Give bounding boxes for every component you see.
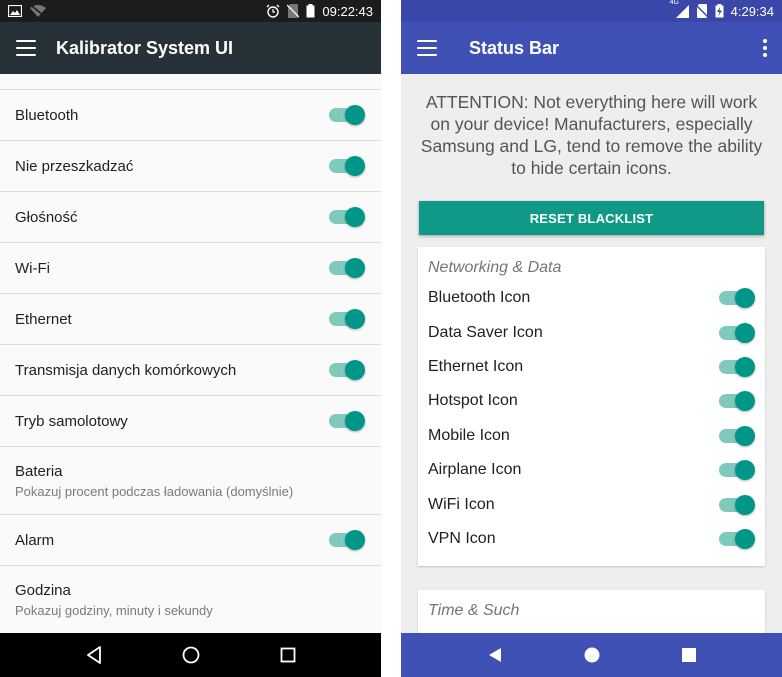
setting-label: Transmisja danych komórkowych [15, 361, 237, 379]
icon-toggle-row-ethernet[interactable]: Ethernet Icon [428, 350, 755, 384]
setting-label: Godzina [15, 581, 71, 599]
airplane-mode-toggle-switch[interactable] [329, 411, 365, 431]
settings-list: Bluetooth Nie przeszkadzać Głośność Wi-F… [0, 74, 381, 633]
navigation-bar [401, 633, 782, 677]
row-label: VPN Icon [428, 529, 496, 547]
recents-icon[interactable] [675, 641, 703, 669]
back-icon[interactable] [80, 641, 108, 669]
app-title: Kalibrator System UI [56, 37, 234, 58]
setting-row-time[interactable]: Godzina Pokazuj godziny, minuty i sekund… [0, 566, 381, 633]
home-icon[interactable] [578, 641, 606, 669]
do-not-disturb-toggle-switch[interactable] [329, 156, 365, 176]
icon-toggle-row-airplane[interactable]: Airplane Icon [428, 453, 755, 487]
row-label: Hotspot Icon [428, 392, 518, 410]
setting-label: Tryb samolotowy [15, 412, 128, 430]
clock-time: 09:22:43 [322, 3, 373, 19]
menu-hamburger-icon[interactable] [417, 40, 437, 56]
home-icon[interactable] [177, 641, 205, 669]
wifi-icon-toggle-switch[interactable] [719, 494, 755, 515]
setting-row-mobile-data[interactable]: Transmisja danych komórkowych [0, 345, 381, 396]
battery-charging-icon [715, 4, 724, 18]
recents-icon[interactable] [274, 641, 302, 669]
setting-row-airplane-mode[interactable]: Tryb samolotowy [0, 396, 381, 447]
setting-row-do-not-disturb[interactable]: Nie przeszkadzać [0, 141, 381, 192]
menu-hamburger-icon[interactable] [16, 40, 36, 56]
setting-row-battery[interactable]: Bateria Pokazuj procent podczas ładowani… [0, 447, 381, 515]
overflow-menu-icon[interactable] [762, 39, 768, 57]
hotspot-icon-toggle-switch[interactable] [719, 391, 755, 412]
ethernet-toggle-switch[interactable] [329, 309, 365, 329]
setting-label: Nie przeszkadzać [15, 157, 134, 175]
setting-subtitle: Pokazuj procent podczas ładowania (domyś… [15, 483, 294, 499]
row-label: Data Saver Icon [428, 323, 543, 341]
battery-icon [306, 4, 315, 18]
section-title: Time & Such [428, 602, 520, 620]
airplane-icon-toggle-switch[interactable] [719, 460, 755, 481]
wifi-off-icon [30, 5, 46, 17]
setting-label: Ethernet [15, 310, 72, 328]
setting-row-wifi[interactable]: Wi-Fi [0, 243, 381, 294]
setting-row-alarm[interactable]: Alarm [0, 515, 381, 566]
bluetooth-toggle-switch[interactable] [329, 105, 365, 125]
icon-toggle-row-wifi[interactable]: WiFi Icon [428, 487, 755, 521]
status-bar: 09:22:43 [0, 0, 381, 22]
alarm-clock-icon [266, 4, 280, 18]
wifi-toggle-switch[interactable] [329, 258, 365, 278]
row-label: Mobile Icon [428, 426, 510, 444]
ethernet-icon-toggle-switch[interactable] [719, 356, 755, 377]
icon-toggle-row-bluetooth[interactable]: Bluetooth Icon [428, 281, 755, 315]
navigation-bar [0, 633, 381, 677]
bluetooth-icon-toggle-switch[interactable] [719, 288, 755, 309]
data-saver-icon-toggle-switch[interactable] [719, 322, 755, 343]
volume-toggle-switch[interactable] [329, 207, 365, 227]
setting-row-ethernet[interactable]: Ethernet [0, 294, 381, 345]
app-bar: Status Bar [401, 22, 782, 74]
mobile-icon-toggle-switch[interactable] [719, 425, 755, 446]
row-label: Ethernet Icon [428, 357, 524, 375]
status-bar: 4G 4:29:34 [401, 0, 782, 22]
network-type-label: 4G [669, 0, 679, 6]
image-notification-icon [8, 5, 22, 17]
app-title: Status Bar [469, 37, 560, 58]
attention-notice: ATTENTION: Not everything here will work… [420, 92, 763, 178]
row-label: Airplane Icon [428, 461, 522, 479]
app-bar: Kalibrator System UI [0, 22, 381, 74]
vpn-icon-toggle-switch[interactable] [719, 528, 755, 549]
row-label: Bluetooth Icon [428, 289, 531, 307]
back-icon[interactable] [481, 641, 509, 669]
main-content: ATTENTION: Not everything here will work… [401, 74, 782, 633]
setting-row-bluetooth[interactable]: Bluetooth [0, 90, 381, 141]
list-item-partial [0, 74, 381, 90]
no-sim-icon [695, 4, 708, 18]
setting-label: Bluetooth [15, 106, 79, 124]
reset-blacklist-button[interactable]: RESET BLACKLIST [419, 201, 764, 235]
row-label: WiFi Icon [428, 495, 495, 513]
right-phone-screen: 4G 4:29:34 Status Bar ATTENTION: Not eve… [401, 0, 782, 677]
signal-4g-icon: 4G [670, 0, 689, 18]
icon-toggle-row-data-saver[interactable]: Data Saver Icon [428, 315, 755, 349]
time-section-card: Time & Such [418, 590, 765, 633]
setting-label: Bateria [15, 462, 63, 480]
mobile-data-toggle-switch[interactable] [329, 360, 365, 380]
setting-label: Alarm [15, 531, 55, 549]
alarm-toggle-switch[interactable] [329, 530, 365, 550]
no-sim-icon [287, 4, 300, 18]
icon-toggle-row-mobile[interactable]: Mobile Icon [428, 419, 755, 453]
networking-section-card: Networking & Data Bluetooth Icon Data Sa… [418, 247, 765, 567]
icon-toggle-row-vpn[interactable]: VPN Icon [428, 522, 755, 556]
icon-toggle-row-hotspot[interactable]: Hotspot Icon [428, 384, 755, 418]
setting-label: Wi-Fi [15, 259, 50, 277]
left-phone-screen: 09:22:43 Kalibrator System UI Bluetooth … [0, 0, 381, 677]
setting-label: Głośność [15, 208, 78, 226]
setting-subtitle: Pokazuj godziny, minuty i sekundy [15, 602, 213, 618]
clock-time: 4:29:34 [730, 3, 774, 19]
setting-row-volume[interactable]: Głośność [0, 192, 381, 243]
section-title: Networking & Data [428, 259, 562, 276]
